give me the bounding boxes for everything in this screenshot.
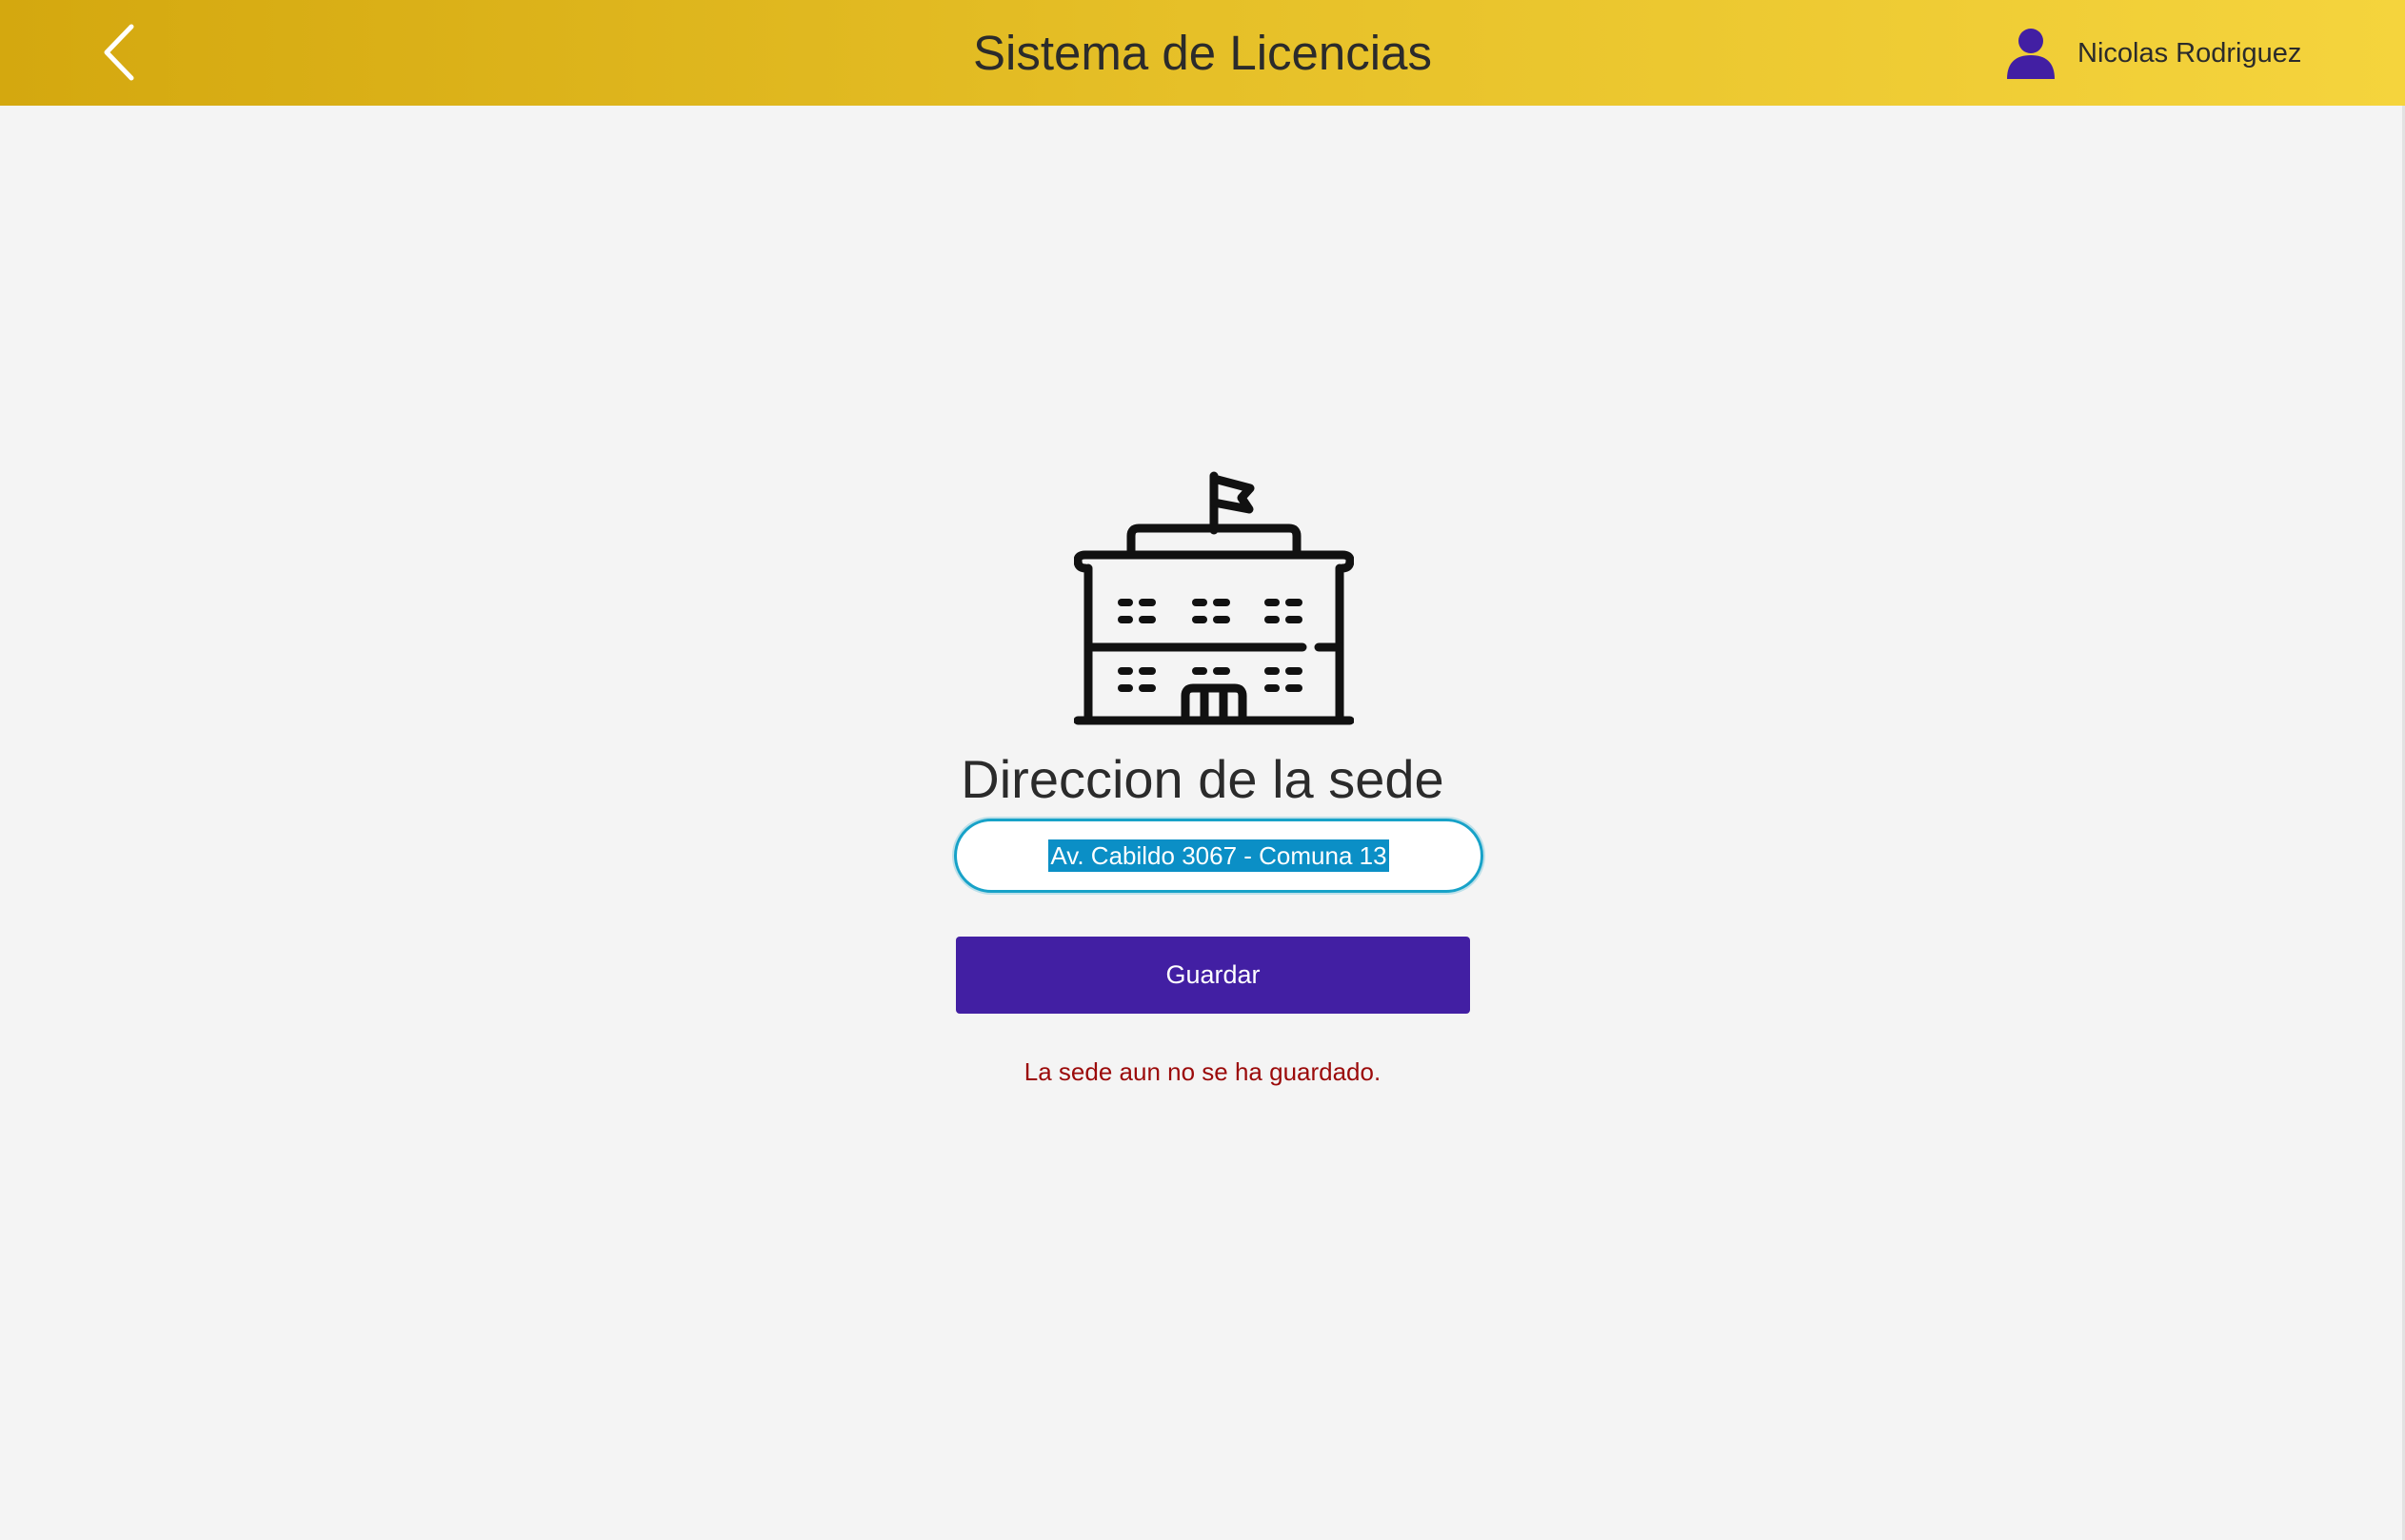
address-input[interactable] (954, 819, 1483, 893)
person-icon (2007, 29, 2055, 79)
app-header: Sistema de Licencias Nicolas Rodriguez (0, 0, 2405, 106)
user-name: Nicolas Rodriguez (2077, 37, 2302, 69)
chevron-left-icon (104, 24, 134, 81)
status-message: La sede aun no se ha guardado. (1024, 1057, 1381, 1086)
save-button[interactable]: Guardar (956, 937, 1470, 1014)
back-button[interactable] (93, 19, 150, 86)
building-icon (1074, 471, 1354, 725)
user-menu[interactable]: Nicolas Rodriguez (2003, 21, 2301, 86)
section-title: Direccion de la sede (961, 749, 1444, 809)
